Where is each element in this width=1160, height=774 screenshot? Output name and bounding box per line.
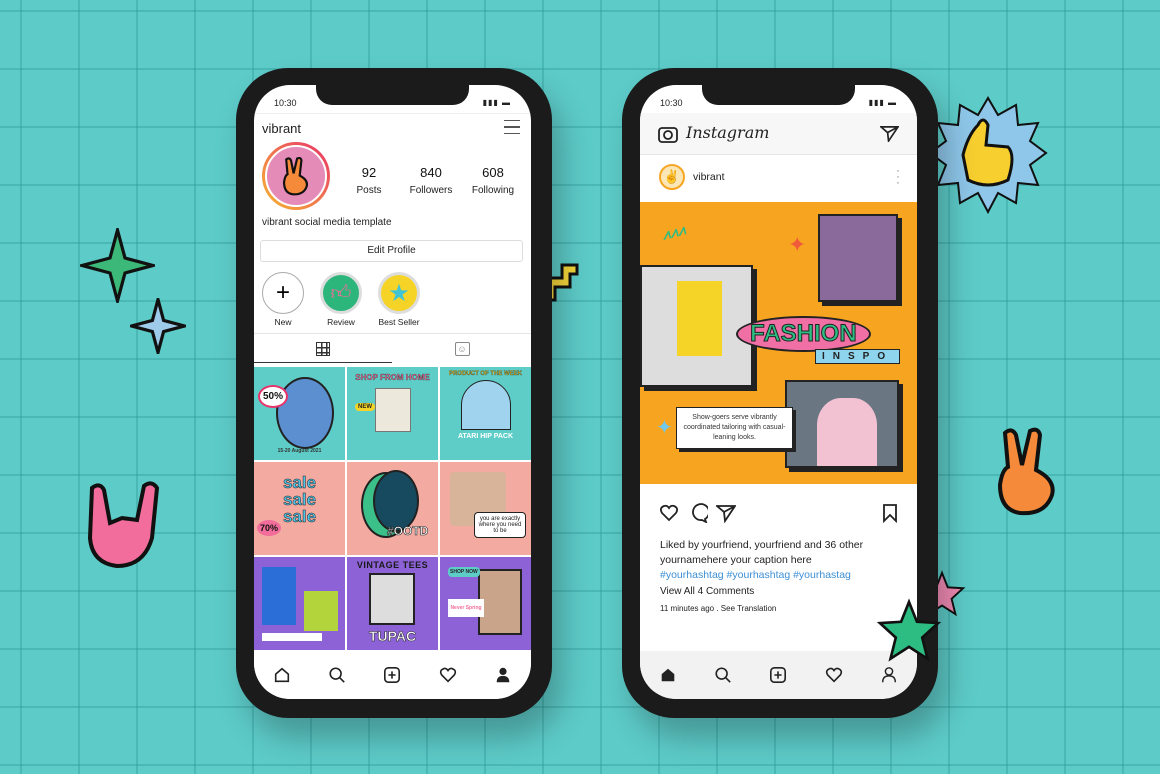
heart-icon[interactable] xyxy=(825,666,843,684)
share-icon[interactable] xyxy=(716,503,736,523)
search-icon[interactable] xyxy=(714,666,732,684)
instagram-logo: Instagram xyxy=(686,123,770,142)
thumbs-up-icon: 👍︎ xyxy=(330,282,352,304)
profile-username: vibrant xyxy=(262,121,302,136)
bottom-nav xyxy=(254,651,531,699)
grid-post[interactable]: VINTAGE TEES TUPAC xyxy=(347,557,438,650)
home-icon[interactable] xyxy=(273,666,291,684)
likes-text[interactable]: Liked by yourfriend, yourfriend and 36 o… xyxy=(660,539,863,551)
signal-battery-icon: ▮▮▮ ▬ xyxy=(482,98,511,107)
profile-phone: 10:30 ▮▮▮ ▬ vibrant 92 Posts 840 Followers… xyxy=(236,68,552,718)
vintage-tees-label: VINTAGE TEES xyxy=(356,560,429,570)
stat-following[interactable]: 608 Following xyxy=(458,165,528,198)
peace-hand-icon xyxy=(282,156,309,196)
sparkle-blue-icon xyxy=(130,298,186,354)
camera-icon[interactable] xyxy=(658,125,678,143)
profile-screen: 10:30 ▮▮▮ ▬ vibrant 92 Posts 840 Followers… xyxy=(254,85,531,699)
highlight-label: Best Seller xyxy=(378,317,420,327)
caption-box: Show-goers serve vibrantly coordinated t… xyxy=(676,407,793,449)
caption-text: yournamehere your caption here xyxy=(660,554,812,566)
edit-profile-button[interactable]: Edit Profile xyxy=(260,240,523,262)
profile-avatar[interactable] xyxy=(262,142,330,210)
post-username[interactable]: vibrant xyxy=(693,171,725,183)
post-image[interactable]: FASHION INSPO Show-goers serve vibrantly… xyxy=(640,202,917,484)
more-options-icon[interactable]: · · · xyxy=(896,164,900,188)
status-time: 10:30 xyxy=(660,98,683,108)
star-green-icon xyxy=(876,598,942,662)
profile-icon[interactable] xyxy=(880,666,898,684)
add-icon[interactable] xyxy=(769,666,787,684)
profile-bio: vibrant social media template xyxy=(262,217,392,228)
grid-post[interactable]: Never Spring SHOP NOW xyxy=(440,557,531,650)
post-time[interactable]: 11 minutes ago . See Translation xyxy=(660,604,776,613)
grid-post[interactable]: sale sale sale 70% xyxy=(254,462,345,555)
tab-tagged[interactable]: ☺ xyxy=(393,335,531,363)
profile-icon[interactable] xyxy=(494,666,512,684)
add-icon[interactable] xyxy=(383,666,401,684)
grid-post[interactable]: PRODUCT OF THE WEEK ATARI HIP PACK xyxy=(440,367,531,460)
grid-post[interactable] xyxy=(254,557,345,650)
star-icon: ★ xyxy=(388,279,410,307)
highlight-review[interactable]: 👍︎ xyxy=(320,272,362,314)
notch xyxy=(702,85,855,105)
menu-icon[interactable] xyxy=(504,120,520,134)
sparkle-green-icon xyxy=(80,228,155,303)
highlight-best-seller[interactable]: ★ xyxy=(378,272,420,314)
grid-post[interactable]: you are exactly where you need to be xyxy=(440,462,531,555)
like-icon[interactable] xyxy=(659,503,679,523)
stat-followers[interactable]: 840 Followers xyxy=(396,165,466,198)
view-comments-link[interactable]: View All 4 Comments xyxy=(660,586,754,597)
highlight-new[interactable]: + xyxy=(262,272,304,314)
stat-posts[interactable]: 92 Posts xyxy=(334,165,404,198)
bookmark-icon[interactable] xyxy=(882,503,898,523)
grid-icon xyxy=(316,341,330,356)
post-grid: 50% 15-20 August 2021 SHOP FROM HOME NEW P… xyxy=(254,367,531,650)
tab-grid[interactable] xyxy=(254,335,392,363)
rock-hand-icon xyxy=(87,481,160,569)
inspo-subtitle: INSPO xyxy=(815,349,901,364)
fashion-title: FASHION xyxy=(736,316,871,352)
grid-post[interactable]: #OOTD xyxy=(347,462,438,555)
post-avatar[interactable]: ✌ xyxy=(659,164,685,190)
peace-hand-icon xyxy=(997,427,1055,516)
zigzag-icon: ⩘⩘⩘ xyxy=(660,221,688,243)
heart-icon[interactable] xyxy=(439,666,457,684)
comment-icon[interactable] xyxy=(688,503,708,523)
plus-icon: + xyxy=(275,279,290,306)
search-icon[interactable] xyxy=(328,666,346,684)
sparkle-icon: ✦ xyxy=(656,417,673,439)
home-icon[interactable] xyxy=(659,666,677,684)
status-time: 10:30 xyxy=(274,98,297,108)
hashtags[interactable]: #yourhashtag #yourhashtag #yourhastag xyxy=(660,569,851,581)
sparkle-icon: ✦ xyxy=(788,232,807,257)
direct-message-icon[interactable] xyxy=(880,125,899,142)
tagged-icon: ☺ xyxy=(454,342,470,356)
notch xyxy=(316,85,469,105)
signal-battery-icon: ▮▮▮ ▬ xyxy=(868,98,897,107)
grid-post[interactable]: SHOP FROM HOME NEW xyxy=(347,367,438,460)
grid-post[interactable]: 50% 15-20 August 2021 xyxy=(254,367,345,460)
thumbs-up-burst-icon xyxy=(928,96,1048,215)
